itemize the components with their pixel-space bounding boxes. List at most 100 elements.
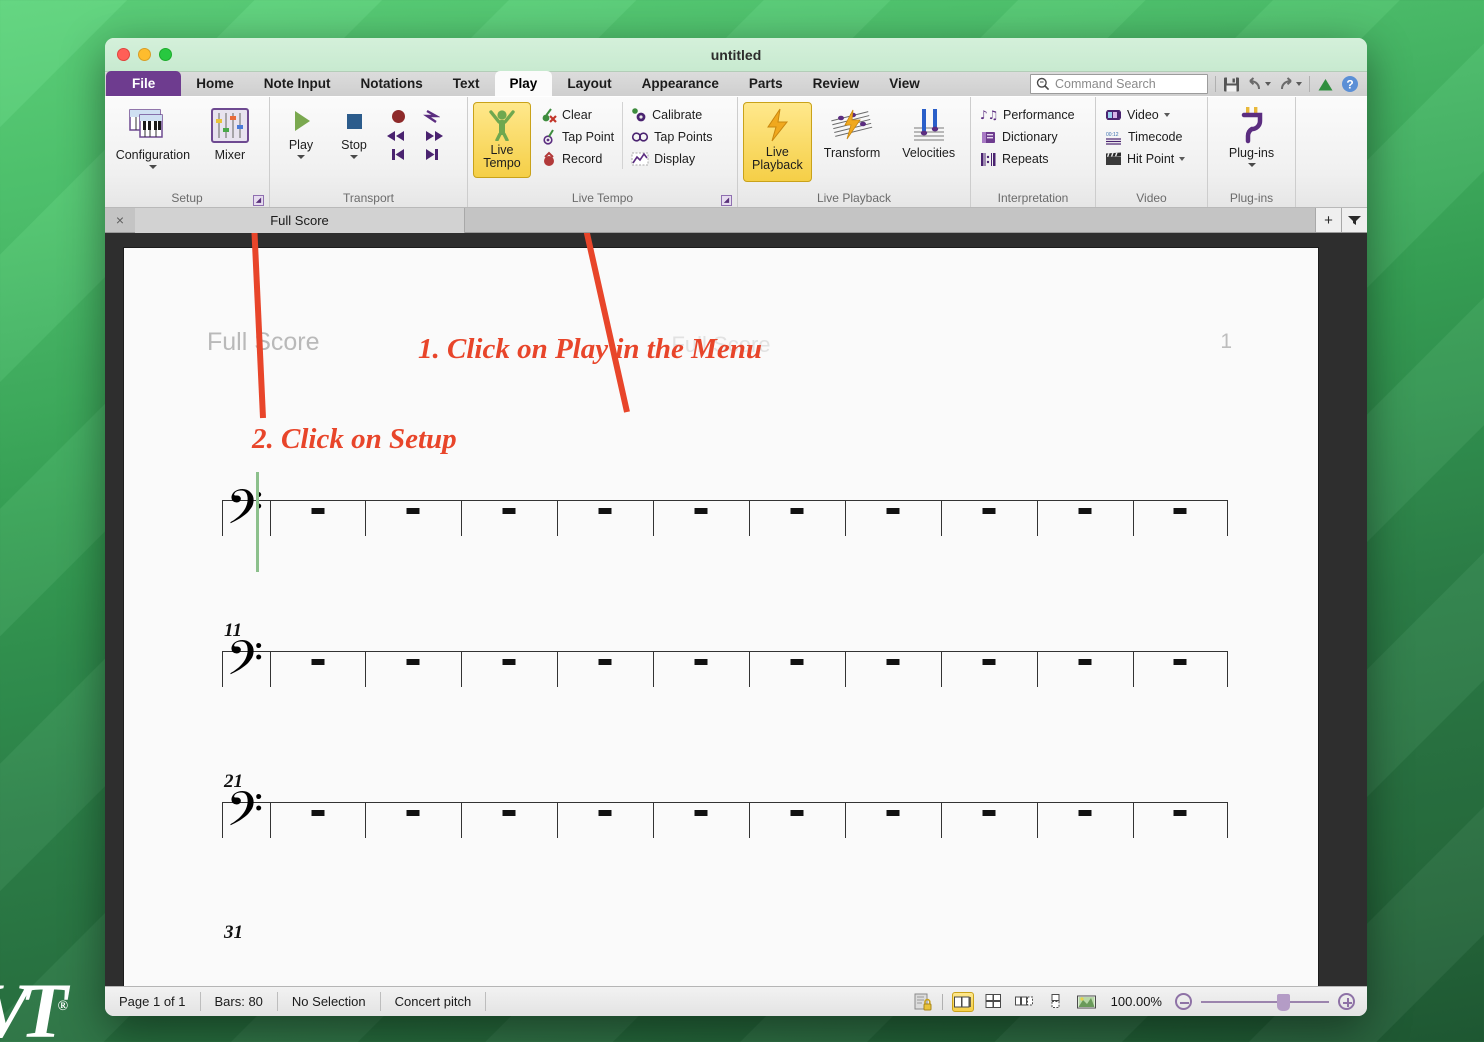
tab-home[interactable]: Home — [181, 71, 249, 96]
document-tab-full-score[interactable]: Full Score — [135, 207, 465, 233]
score-page[interactable]: Full Score Full Score 1 𝄢 11 𝄢 21 𝄢 31 — [124, 248, 1318, 986]
tab-layout[interactable]: Layout — [552, 71, 626, 96]
video-button[interactable]: Video — [1101, 105, 1189, 125]
live-tempo-label: Live Tempo — [483, 143, 521, 170]
score-canvas[interactable]: Full Score Full Score 1 𝄢 11 𝄢 21 𝄢 31 — [105, 233, 1367, 986]
score-system-3[interactable]: 21 𝄢 — [222, 771, 1228, 844]
ribbon-group-transport: Play Stop Transport — [270, 97, 468, 207]
hit-point-button[interactable]: Hit Point — [1101, 149, 1189, 169]
new-tab-button[interactable]: + — [1315, 208, 1341, 232]
clear-tempo-icon — [541, 107, 557, 123]
zoom-value: 100.00% — [1110, 994, 1162, 1009]
redo-dropdown-caret[interactable] — [1296, 82, 1302, 86]
redo-button[interactable] — [1278, 76, 1302, 92]
play-dropdown-caret[interactable] — [297, 155, 305, 159]
configuration-button[interactable]: Configuration — [110, 102, 196, 169]
zoom-out-button[interactable] — [1175, 993, 1192, 1010]
live-playback-label: Live Playback — [752, 145, 803, 172]
tab-text[interactable]: Text — [438, 71, 495, 96]
ribbon-group-transport-label: Transport — [343, 191, 394, 205]
hit-point-dropdown-caret[interactable] — [1179, 157, 1186, 161]
command-search-input[interactable]: Command Search — [1030, 74, 1208, 94]
close-document-button[interactable]: × — [105, 212, 135, 228]
window-title: untitled — [710, 46, 762, 63]
timecode-button[interactable]: 00:12 Timecode — [1101, 127, 1189, 147]
fast-forward-icon[interactable] — [423, 129, 445, 143]
clear-tempo-button[interactable]: Clear — [537, 105, 618, 125]
ribbon-group-live-playback-label: Live Playback — [816, 191, 892, 205]
score-system-1[interactable]: 𝄢 — [222, 472, 1228, 572]
stop-label: Stop — [341, 138, 367, 152]
rewind-icon[interactable] — [385, 129, 407, 143]
staff-3[interactable]: 𝄢 — [222, 786, 1228, 844]
zoom-slider-thumb[interactable] — [1277, 993, 1290, 1011]
play-triangle-icon — [286, 106, 316, 136]
tab-file[interactable]: File — [106, 71, 182, 96]
transform-button[interactable]: Transform — [816, 102, 889, 160]
view-panorama-button[interactable] — [1076, 992, 1098, 1012]
video-dropdown-caret[interactable] — [1163, 113, 1170, 117]
plugins-button[interactable]: Plug-ins — [1213, 102, 1290, 167]
zoom-in-button[interactable] — [1338, 993, 1355, 1010]
view-spreads-horizontal-button[interactable] — [951, 991, 974, 1012]
mixer-faders-icon — [209, 106, 251, 146]
zoom-slider[interactable] — [1201, 993, 1329, 1011]
live-tempo-button[interactable]: Live Tempo — [473, 102, 531, 178]
staff-2[interactable]: 𝄢 — [222, 635, 1228, 693]
ribbon-group-interpretation-label: Interpretation — [997, 191, 1069, 205]
live-playback-button[interactable]: Live Playback — [743, 102, 812, 182]
live-tempo-column-2: Calibrate Tap Points Display — [623, 102, 716, 169]
undo-button[interactable] — [1247, 76, 1271, 92]
help-icon[interactable]: ? — [1341, 75, 1359, 93]
display-button[interactable]: Display — [627, 149, 716, 169]
dictionary-book-icon — [980, 130, 997, 145]
tab-menu-button[interactable] — [1341, 208, 1367, 232]
tab-review[interactable]: Review — [798, 71, 875, 96]
tap-points-icon — [631, 129, 649, 145]
warning-icon[interactable] — [1317, 77, 1334, 92]
performance-button[interactable]: ♪♫ Performance — [976, 105, 1079, 125]
go-to-end-icon[interactable] — [423, 147, 441, 162]
tab-view[interactable]: View — [874, 71, 935, 96]
tap-points-button[interactable]: Tap Points — [627, 127, 716, 147]
live-tempo-dialog-launcher[interactable]: ◢ — [721, 195, 732, 206]
record-tempo-label: Record — [562, 152, 603, 166]
go-to-start-icon[interactable] — [389, 147, 407, 162]
undo-dropdown-caret[interactable] — [1265, 82, 1271, 86]
plugins-dropdown-caret[interactable] — [1247, 163, 1256, 167]
play-button[interactable]: Play — [275, 102, 327, 159]
setup-dialog-launcher[interactable]: ◢ — [253, 195, 264, 206]
mixer-button[interactable]: Mixer — [196, 102, 264, 162]
status-bars-count: Bars: 80 — [201, 992, 278, 1011]
stop-dropdown-caret[interactable] — [350, 155, 358, 159]
tab-parts[interactable]: Parts — [734, 71, 798, 96]
tab-notations[interactable]: Notations — [346, 71, 438, 96]
tap-point-button[interactable]: Tap Point — [537, 127, 618, 147]
repeats-button[interactable]: Repeats — [976, 149, 1079, 169]
ribbon-group-video-label: Video — [1136, 191, 1167, 205]
velocities-button[interactable]: Velocities — [892, 102, 965, 160]
performance-label: Performance — [1003, 108, 1075, 122]
tab-note-input[interactable]: Note Input — [249, 71, 346, 96]
stop-button[interactable]: Stop — [327, 102, 381, 159]
record-tempo-button[interactable]: Record — [537, 149, 618, 169]
calibrate-button[interactable]: Calibrate — [627, 105, 716, 125]
score-system-2[interactable]: 11 𝄢 — [222, 620, 1228, 693]
dictionary-button[interactable]: Dictionary — [976, 127, 1079, 147]
tab-play[interactable]: Play — [494, 71, 553, 96]
view-pages-horizontal-button[interactable] — [1014, 992, 1036, 1012]
ribbon-group-empty — [1296, 97, 1367, 207]
configuration-dropdown-caret[interactable] — [148, 165, 157, 169]
record-circle-icon[interactable] — [390, 108, 407, 125]
status-concert-pitch[interactable]: Concert pitch — [381, 992, 487, 1011]
staff-1[interactable]: 𝄢 — [222, 472, 1228, 572]
plugins-label: Plug-ins — [1228, 146, 1275, 160]
save-icon[interactable] — [1223, 76, 1240, 93]
view-spreads-vertical-button[interactable] — [983, 992, 1005, 1012]
view-pages-vertical-button[interactable] — [1045, 992, 1067, 1012]
flexi-time-icon[interactable] — [423, 108, 441, 125]
svg-text:♪♫: ♪♫ — [980, 108, 998, 122]
page-lock-icon[interactable] — [914, 993, 933, 1011]
tap-point-icon — [541, 129, 557, 145]
tab-appearance[interactable]: Appearance — [627, 71, 734, 96]
